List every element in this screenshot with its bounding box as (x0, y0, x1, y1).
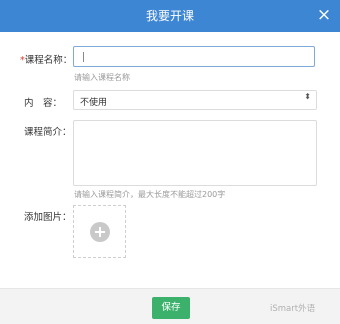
dialog-titlebar: 我要开课 × (0, 0, 340, 32)
dialog-title: 我要开课 (145, 9, 194, 23)
plus-icon (90, 222, 110, 242)
add-image-label: 添加图片： (24, 212, 72, 223)
content-select-value: 不使用 (80, 98, 108, 108)
course-intro-hint: 请输入课程简介，最大长度不能超过200字 (74, 190, 226, 199)
intro-label: 课程简介： (24, 127, 72, 138)
course-name-hint: 请输入课程名称 (74, 73, 130, 82)
select-arrows-icon: ⬍ (304, 92, 311, 101)
text-caret (83, 52, 84, 62)
course-name-label-text: 课程名称： (24, 55, 73, 66)
create-course-dialog: 我要开课 × *课程名称： 请输入课程名称 内 容： 不使用 ⬍ 课程简介： 请… (0, 0, 340, 324)
watermark: iSmart外语 (270, 304, 316, 314)
course-name-input[interactable] (73, 46, 315, 67)
course-name-label: *课程名称： (20, 52, 72, 66)
save-button[interactable]: 保存 (152, 297, 190, 319)
close-icon[interactable]: × (314, 4, 334, 26)
content-label: 内 容： (24, 98, 63, 109)
image-upload-box[interactable] (73, 205, 126, 258)
course-intro-textarea[interactable] (73, 120, 317, 186)
content-select[interactable]: 不使用 ⬍ (73, 90, 317, 110)
